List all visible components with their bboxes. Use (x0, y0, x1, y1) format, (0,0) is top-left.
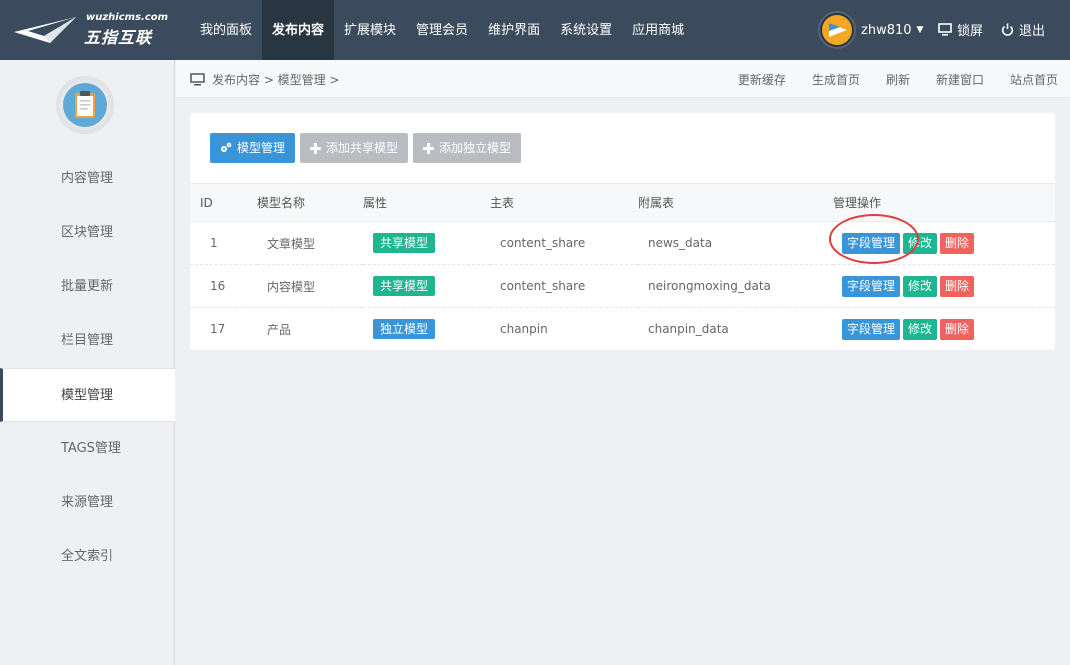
sidebar-item-columns[interactable]: 栏目管理 (0, 314, 175, 368)
cell-id: 16 (190, 264, 257, 308)
user-menu[interactable]: zhw810 ▼ (818, 11, 923, 49)
sidebar-item-models[interactable]: 模型管理 (0, 368, 175, 422)
field-manage-button[interactable]: 字段管理 (842, 232, 901, 254)
cell-main-table: content_share (490, 221, 638, 265)
col-sub-table: 附属表 (638, 183, 833, 222)
play-logo-icon (822, 15, 852, 45)
clipboard-icon (56, 76, 114, 134)
cell-name: 文章模型 (257, 221, 363, 265)
gears-icon (220, 142, 232, 154)
table-row: 17 产品 独立模型 chanpin chanpin_data 字段管理 修改 … (190, 308, 1055, 351)
sidebar-item-blocks[interactable]: 区块管理 (0, 206, 175, 260)
cell-id: 17 (210, 322, 226, 337)
plus-icon (310, 142, 322, 154)
main-nav: 我的面板 发布内容 扩展模块 管理会员 维护界面 系统设置 应用商城 (190, 0, 694, 60)
refresh-link[interactable]: 刷新 (886, 71, 910, 88)
field-manage-button[interactable]: 字段管理 (842, 275, 901, 297)
cell-name: 产品 (267, 322, 292, 337)
toolbar: 模型管理 添加共享模型 添加独立模型 (210, 133, 526, 163)
username: zhw810 (861, 22, 912, 38)
edit-button[interactable]: 修改 (903, 275, 938, 297)
nav-publish-content[interactable]: 发布内容 (262, 0, 335, 60)
power-icon (1001, 23, 1014, 36)
nav-app-store[interactable]: 应用商城 (622, 0, 694, 60)
avatar (818, 11, 856, 49)
sidebar-item-fulltext-index[interactable]: 全文索引 (0, 530, 175, 584)
desktop-icon (190, 73, 205, 86)
sidebar: 内容管理 区块管理 批量更新 栏目管理 模型管理 TAGS管理 来源管理 全文索… (0, 60, 175, 665)
logo-domain: wuzhicms.com (86, 12, 169, 23)
model-panel: 模型管理 添加共享模型 添加独立模型 ID 模型名称 属性 主表 附属表 管理操… (190, 113, 1055, 350)
breadcrumb-bar: 发布内容 > 模型管理 > 更新缓存 生成首页 刷新 新建窗口 站点首页 (176, 60, 1070, 98)
col-actions: 管理操作 (833, 183, 1055, 222)
side-menu: 内容管理 区块管理 批量更新 栏目管理 模型管理 TAGS管理 来源管理 全文索… (0, 152, 175, 584)
generate-homepage-link[interactable]: 生成首页 (812, 71, 860, 88)
attribute-badge: 独立模型 (373, 319, 436, 340)
delete-button[interactable]: 删除 (940, 275, 975, 297)
site-home-link[interactable]: 站点首页 (1010, 71, 1058, 88)
delete-button[interactable]: 删除 (940, 318, 975, 340)
table-row: 1 文章模型 共享模型 content_share news_data 字段管理… (190, 221, 1055, 265)
cell-main-table: content_share (490, 264, 638, 308)
model-manage-button[interactable]: 模型管理 (210, 133, 296, 163)
sidebar-item-content[interactable]: 内容管理 (0, 152, 175, 206)
nav-maintenance[interactable]: 维护界面 (478, 0, 550, 60)
delete-button[interactable]: 删除 (940, 232, 975, 254)
logout-button[interactable]: 退出 (1001, 20, 1045, 39)
add-independent-model-label: 添加独立模型 (439, 141, 512, 155)
cell-id: 1 (190, 221, 257, 265)
logo-text: 五指互联 (84, 28, 153, 47)
field-manage-button[interactable]: 字段管理 (842, 318, 901, 340)
add-independent-model-button[interactable]: 添加独立模型 (413, 133, 522, 163)
model-table: ID 模型名称 属性 主表 附属表 管理操作 1 文章模型 共享模型 conte… (190, 183, 1055, 351)
add-shared-model-button[interactable]: 添加共享模型 (300, 133, 409, 163)
nav-dashboard[interactable]: 我的面板 (190, 0, 262, 60)
add-shared-model-label: 添加共享模型 (326, 141, 399, 155)
update-cache-link[interactable]: 更新缓存 (738, 71, 786, 88)
caret-down-icon: ▼ (916, 25, 924, 35)
cell-sub-table: news_data (638, 221, 833, 265)
col-main-table: 主表 (490, 183, 638, 222)
nav-settings[interactable]: 系统设置 (550, 0, 622, 60)
paper-plane-logo-icon (14, 17, 76, 43)
sidebar-item-tags[interactable]: TAGS管理 (0, 422, 175, 476)
cell-name: 内容模型 (257, 264, 363, 308)
attribute-badge: 共享模型 (373, 276, 436, 296)
breadcrumb-actions: 更新缓存 生成首页 刷新 新建窗口 站点首页 (712, 71, 1058, 88)
cell-sub-table: chanpin_data (648, 322, 729, 337)
col-id: ID (190, 183, 257, 222)
sidebar-item-sources[interactable]: 来源管理 (0, 476, 175, 530)
monitor-icon (938, 23, 952, 36)
table-header-row: ID 模型名称 属性 主表 附属表 管理操作 (190, 183, 1055, 222)
sidebar-item-batch-update[interactable]: 批量更新 (0, 260, 175, 314)
logo[interactable]: wuzhicms.com 五指互联 (14, 12, 174, 47)
nav-members[interactable]: 管理会员 (406, 0, 478, 60)
breadcrumb-text: 发布内容 > 模型管理 > (212, 73, 340, 87)
plus-icon (423, 142, 435, 154)
table-row: 16 内容模型 共享模型 content_share neirongmoxing… (190, 264, 1055, 308)
cell-sub-table: neirongmoxing_data (638, 264, 833, 308)
model-manage-label: 模型管理 (237, 141, 286, 155)
top-bar: wuzhicms.com 五指互联 我的面板 发布内容 扩展模块 管理会员 维护… (0, 0, 1070, 60)
lock-screen-button[interactable]: 锁屏 (938, 20, 983, 39)
breadcrumb: 发布内容 > 模型管理 > (190, 71, 340, 88)
attribute-badge: 共享模型 (373, 233, 436, 253)
lock-screen-label: 锁屏 (957, 24, 984, 39)
new-window-link[interactable]: 新建窗口 (936, 71, 984, 88)
col-attribute: 属性 (363, 183, 490, 222)
nav-extensions[interactable]: 扩展模块 (334, 0, 406, 60)
cell-main-table: chanpin (500, 322, 548, 337)
logout-label: 退出 (1019, 24, 1046, 39)
col-model-name: 模型名称 (257, 183, 363, 222)
edit-button[interactable]: 修改 (903, 318, 938, 340)
edit-button[interactable]: 修改 (903, 232, 938, 254)
